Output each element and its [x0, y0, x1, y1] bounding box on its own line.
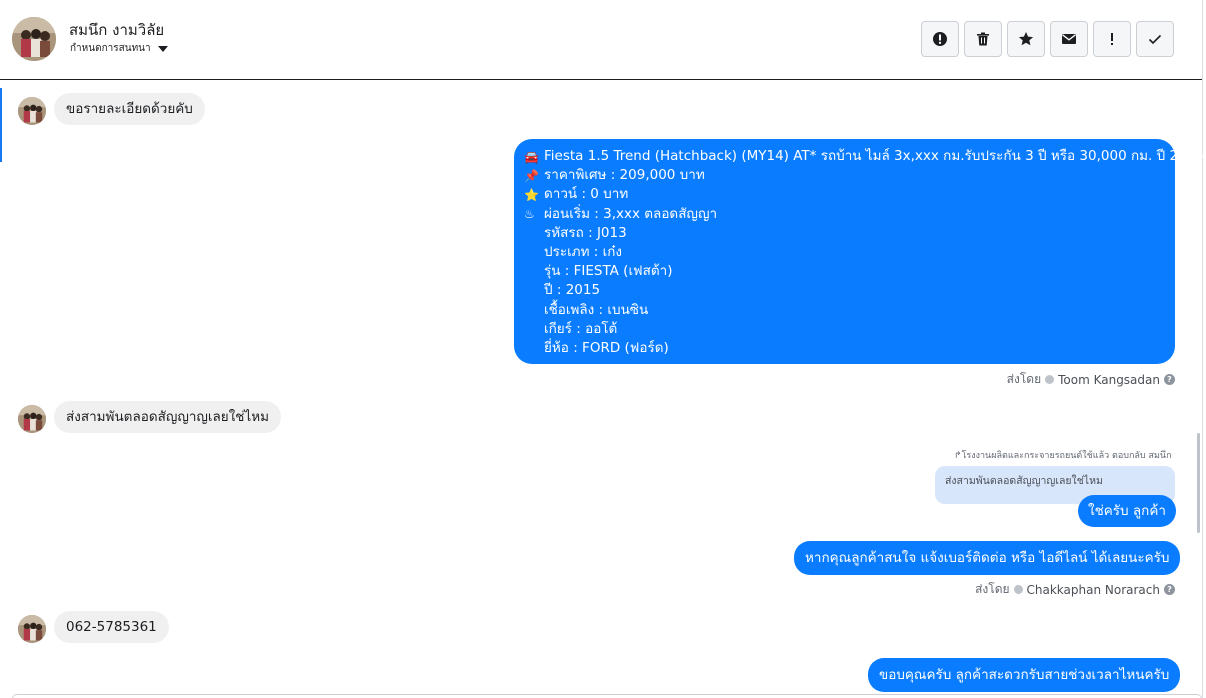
reply-note-text: โรงงานผลิตและกระจายรถยนต์ใช้แล้ว ตอบกลับ… [961, 451, 1172, 461]
offer-line-text: เชื้อเพลิง : เบนซิน [544, 301, 649, 318]
offer-line: รหัสรถ : J013 [524, 224, 1165, 243]
outgoing-message[interactable]: ขอบคุณครับ ลูกค้าสะดวกรับสายช่วงเวลาไหนค… [868, 658, 1181, 692]
sent-by-info: ส่งโดย Chakkaphan Norarach ? [975, 580, 1175, 599]
sent-by-label: ส่งโดย [1006, 372, 1042, 386]
offer-line: เชื้อเพลิง : เบนซิน [524, 301, 1165, 320]
offer-line: ประเภท : เก๋ง [524, 243, 1165, 262]
offer-line-text: รุ่น : FIESTA (เฟสต้า) [544, 263, 673, 280]
incoming-message[interactable]: ขอรายละเอียดด้วยคับ [54, 93, 205, 125]
sent-by-name[interactable]: Chakkaphan Norarach [1027, 583, 1160, 597]
sender-avatar[interactable] [18, 97, 46, 125]
panel-border [1202, 0, 1203, 698]
offer-line: ⭐ ดาวน์ : 0 บาท [524, 185, 1165, 204]
offer-line-text: เกียร์ : ออโต้ [544, 320, 618, 337]
caret-down-icon [157, 45, 168, 52]
help-icon[interactable]: ? [1164, 374, 1175, 385]
scrollbar[interactable] [1197, 433, 1200, 533]
star-icon [1018, 32, 1034, 46]
offer-line-text: Fiesta 1.5 Trend (Hatchback) (MY14) AT* … [544, 148, 1204, 164]
check-icon [1148, 34, 1162, 45]
contact-name: สมนึก งามวิลัย [69, 21, 165, 39]
spam-button[interactable] [921, 21, 959, 57]
assign-conversation-dropdown[interactable]: กำหนดการสนทนา [70, 41, 168, 56]
outgoing-message[interactable]: ใช่ครับ ลูกค้า [1078, 495, 1176, 527]
offer-line: ♨ ผ่อนเริ่ม : 3,xxx ตลอดสัญญา [524, 205, 1165, 224]
star-emoji-icon: ⭐ [524, 187, 539, 202]
car-icon: 🚘 [524, 149, 539, 164]
contact-avatar[interactable] [12, 17, 56, 61]
offer-line-text: ประเภท : เก๋ง [544, 243, 622, 260]
help-icon[interactable]: ? [1164, 584, 1175, 595]
offer-line: ปี : 2015 [524, 281, 1165, 300]
reply-note: ↱โรงงานผลิตและกระจายรถยนต์ใช้แล้ว ตอบกลั… [954, 451, 1172, 461]
alert-circle-icon [933, 32, 947, 46]
exclamation-icon [1111, 33, 1113, 45]
offer-line-text: ปี : 2015 [544, 282, 601, 299]
sender-avatar[interactable] [18, 405, 46, 433]
sent-by-name[interactable]: Toom Kangsadan [1058, 373, 1160, 387]
selected-marker [0, 88, 2, 162]
offer-line-text: ราคาพิเศษ : 209,000 บาท [544, 167, 705, 184]
offer-line-text: รหัสรถ : J013 [544, 224, 627, 241]
outgoing-message[interactable]: หากคุณลูกค้าสนใจ แจ้งเบอร์ติดต่อ หรือ ไอ… [794, 541, 1181, 575]
conversation-header: สมนึก งามวิลัย กำหนดการสนทนา [0, 0, 1202, 80]
envelope-icon [1062, 34, 1076, 44]
offer-line-text: ดาวน์ : 0 บาท [544, 186, 629, 203]
sent-by-info: ส่งโดย Toom Kangsadan ? [1007, 370, 1175, 389]
offer-line: เกียร์ : ออโต้ [524, 320, 1165, 339]
pin-icon: 📌 [524, 168, 539, 183]
star-button[interactable] [1007, 21, 1045, 57]
offer-line: รุ่น : FIESTA (เฟสต้า) [524, 262, 1165, 281]
offer-line: ยี่ห้อ : FORD (ฟอร์ด) [524, 339, 1165, 358]
offer-line-text: ผ่อนเริ่ม : 3,xxx ตลอดสัญญา [544, 205, 718, 222]
done-button[interactable] [1136, 21, 1174, 57]
incoming-message[interactable]: 062-5785361 [54, 611, 169, 643]
delete-button[interactable] [964, 21, 1002, 57]
mark-unread-button[interactable] [1050, 21, 1088, 57]
conversation-actions [921, 21, 1174, 57]
incoming-message[interactable]: ส่งสามพันตลอดสัญญาญเลยใช่ไหม [54, 401, 282, 433]
offer-line-text: ยี่ห้อ : FORD (ฟอร์ด) [544, 339, 669, 356]
outgoing-message-offer[interactable]: 🚘 Fiesta 1.5 Trend (Hatchback) (MY14) AT*… [514, 139, 1204, 364]
important-button[interactable] [1093, 21, 1131, 57]
offer-line: 📌 ราคาพิเศษ : 209,000 บาท [524, 166, 1165, 185]
message-composer[interactable] [12, 694, 1202, 698]
sender-avatar[interactable] [18, 615, 46, 643]
verified-icon [1013, 585, 1023, 594]
offer-line: 🚘 Fiesta 1.5 Trend (Hatchback) (MY14) AT*… [524, 147, 1204, 166]
verified-icon [1045, 375, 1055, 384]
assign-label: กำหนดการสนทนา [70, 43, 151, 54]
sent-by-label: ส่งโดย [975, 582, 1010, 596]
trash-icon [977, 32, 989, 46]
hot-springs-icon: ♨ [524, 207, 535, 222]
